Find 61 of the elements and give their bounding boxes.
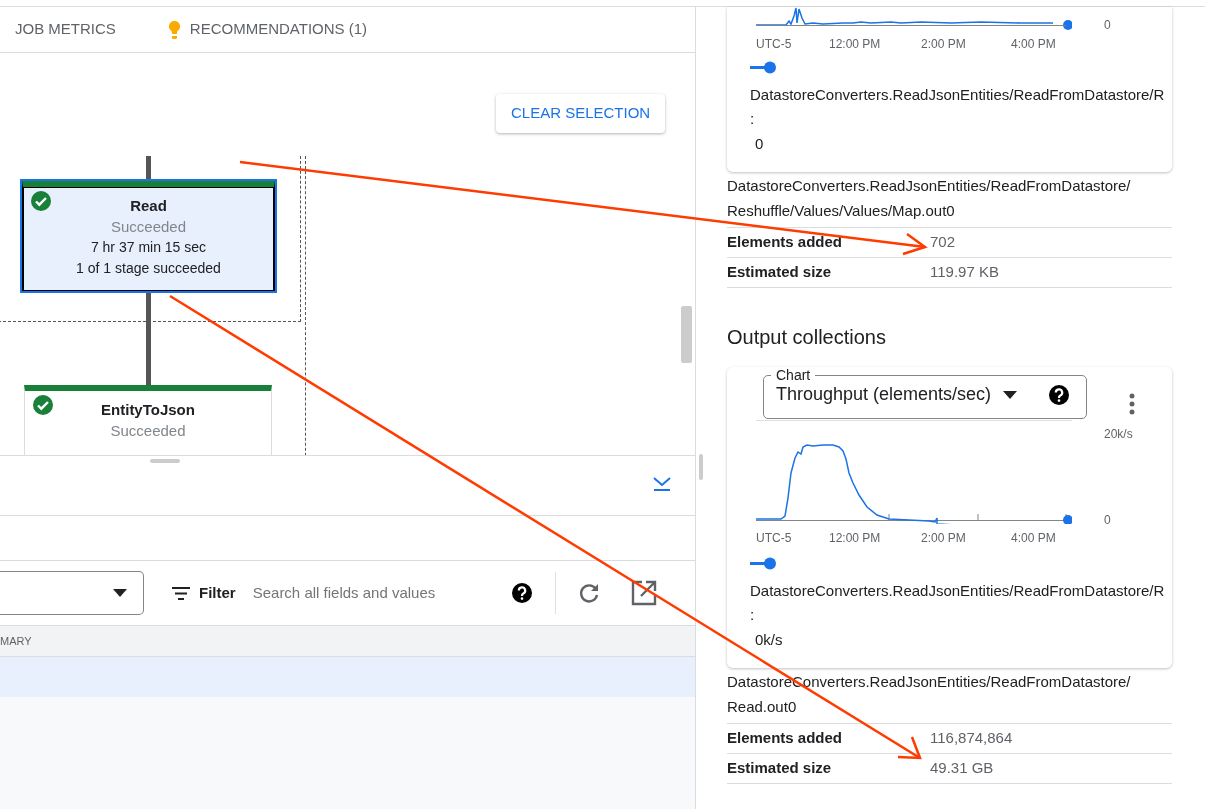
- axis-label: 20k/s: [1104, 426, 1133, 443]
- stat-value: 116,874,864: [930, 728, 1013, 749]
- column-header: MARY: [0, 633, 32, 649]
- legend-label: DatastoreConverters.ReadJsonEntities/ReadFromDatastore/R: [749, 85, 1166, 105]
- pipeline-node[interactable]: EntityToJson Succeeded: [24, 385, 272, 455]
- collection-name: DatastoreConverters.ReadJsonEntities/ReadFromDatastore/Reshuffle/Values/Values/Map.out0: [727, 176, 1132, 221]
- legend-value: 0: [754, 134, 765, 154]
- stat-value: 119.97 KB: [930, 262, 999, 283]
- axis-label: 2:00 PM: [921, 530, 966, 547]
- node-title: Read: [129, 196, 168, 216]
- stat-label: Elements added: [727, 728, 844, 749]
- select-value: Throughput (elements/sec): [776, 383, 992, 406]
- stat-label: Elements added: [727, 232, 844, 253]
- axis-label: 4:00 PM: [1011, 36, 1056, 53]
- legend-separator: :: [749, 605, 756, 625]
- legend-separator: :: [749, 109, 756, 129]
- collapse-icon[interactable]: [652, 476, 672, 492]
- legend-marker-icon: [750, 59, 776, 75]
- pipeline-node[interactable]: Read Succeeded 7 hr 37 min 15 sec 1 of 1 stage succeeded: [22, 181, 275, 291]
- legend-value: 0k/s: [754, 630, 784, 650]
- help-icon[interactable]: [511, 583, 532, 603]
- scrollbar-thumb[interactable]: [681, 306, 692, 363]
- tab[interactable]: RECOMMENDATIONS (1): [152, 18, 383, 41]
- node-duration: 7 hr 37 min 15 sec: [89, 238, 208, 257]
- axis-label: 12:00 PM: [829, 36, 881, 53]
- success-icon: [33, 395, 53, 415]
- dropdown-field[interactable]: [0, 571, 144, 615]
- node-stages: 1 of 1 stage succeeded: [75, 259, 222, 278]
- help-icon[interactable]: [1049, 384, 1070, 405]
- clear-selection-button[interactable]: CLEAR SELECTION: [496, 94, 666, 133]
- success-icon: [31, 191, 51, 211]
- node-status: Succeeded: [109, 421, 187, 441]
- axis-label: 4:00 PM: [1011, 530, 1056, 547]
- resize-handle[interactable]: [699, 454, 703, 480]
- refresh-icon[interactable]: [577, 582, 600, 604]
- lightbulb-icon: [167, 19, 181, 40]
- node-status: Succeeded: [109, 217, 188, 237]
- open-in-new-icon[interactable]: [630, 580, 657, 606]
- field-label: Chart: [775, 367, 812, 383]
- section-heading: Output collections: [727, 325, 887, 350]
- more-options-icon[interactable]: [1129, 393, 1135, 415]
- chart-select[interactable]: Chart Throughput (elements/sec): [763, 367, 1087, 419]
- node-title: EntityToJson: [100, 400, 196, 420]
- stat-value: 702: [930, 232, 956, 253]
- axis-label: 0: [1104, 512, 1111, 529]
- stat-value: 49.31 GB: [930, 758, 994, 779]
- axis-label: UTC-5: [756, 36, 792, 53]
- drag-handle[interactable]: [150, 459, 180, 463]
- caret-icon: [113, 589, 127, 597]
- stat-label: Estimated size: [727, 262, 833, 283]
- filter-button[interactable]: Filter: [172, 581, 236, 605]
- stat-label: Estimated size: [727, 758, 833, 779]
- tab[interactable]: JOB METRICS: [0, 18, 131, 41]
- axis-label: 2:00 PM: [921, 36, 966, 53]
- filter-icon: [172, 586, 190, 600]
- axis-label: 12:00 PM: [829, 530, 881, 547]
- axis-label: UTC-5: [756, 530, 792, 547]
- caret-icon: [1003, 390, 1018, 399]
- legend-marker-icon: [750, 555, 776, 571]
- axis-label: 0: [1104, 17, 1111, 34]
- legend-label: DatastoreConverters.ReadJsonEntities/ReadFromDatastore/R: [749, 581, 1166, 601]
